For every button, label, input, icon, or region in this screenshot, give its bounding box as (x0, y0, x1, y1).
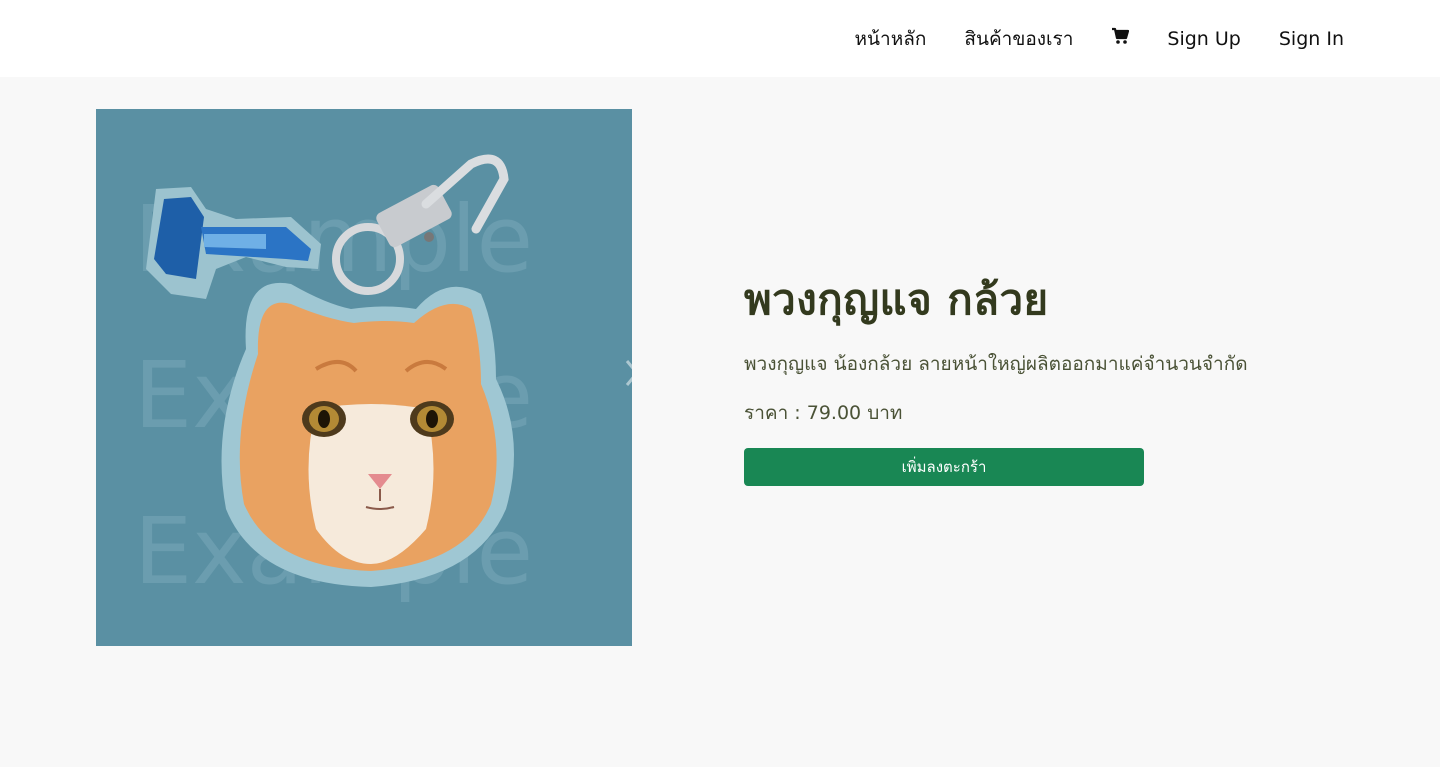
nav-item-products[interactable]: สินค้าของเรา (964, 24, 1073, 54)
shopping-cart-icon (1112, 27, 1130, 44)
price-unit: บาท (867, 402, 903, 424)
carousel-prev-button[interactable] (96, 359, 104, 399)
product-title: พวงกุญแจ กล้วย (744, 275, 1049, 324)
price-value: 79.00 (806, 402, 862, 424)
cat-face-illustration (221, 282, 514, 587)
chevron-right-icon (625, 360, 632, 386)
cart-link[interactable] (1111, 27, 1130, 50)
nav-links: หน้าหลัก สินค้าของเรา Sign Up Sign In (855, 0, 1344, 77)
product-description: พวงกุญแจ น้องกล้วย ลายหน้าใหญ่ผลิตออกมาแ… (744, 353, 1248, 375)
product-price: ราคา : 79.00 บาท (744, 398, 902, 428)
nav-item-home[interactable]: หน้าหลัก (855, 24, 927, 54)
navbar: หน้าหลัก สินค้าของเรา Sign Up Sign In (0, 0, 1440, 77)
add-to-cart-button[interactable]: เพิ่มลงตะกร้า (744, 448, 1144, 486)
product-image: Example Example Example (96, 109, 632, 646)
signin-link[interactable]: Sign In (1279, 28, 1344, 50)
carousel-next-button[interactable] (624, 359, 632, 399)
signup-link[interactable]: Sign Up (1167, 28, 1240, 50)
price-label: ราคา : (744, 402, 807, 424)
product-image-carousel: Example Example Example (96, 109, 632, 646)
